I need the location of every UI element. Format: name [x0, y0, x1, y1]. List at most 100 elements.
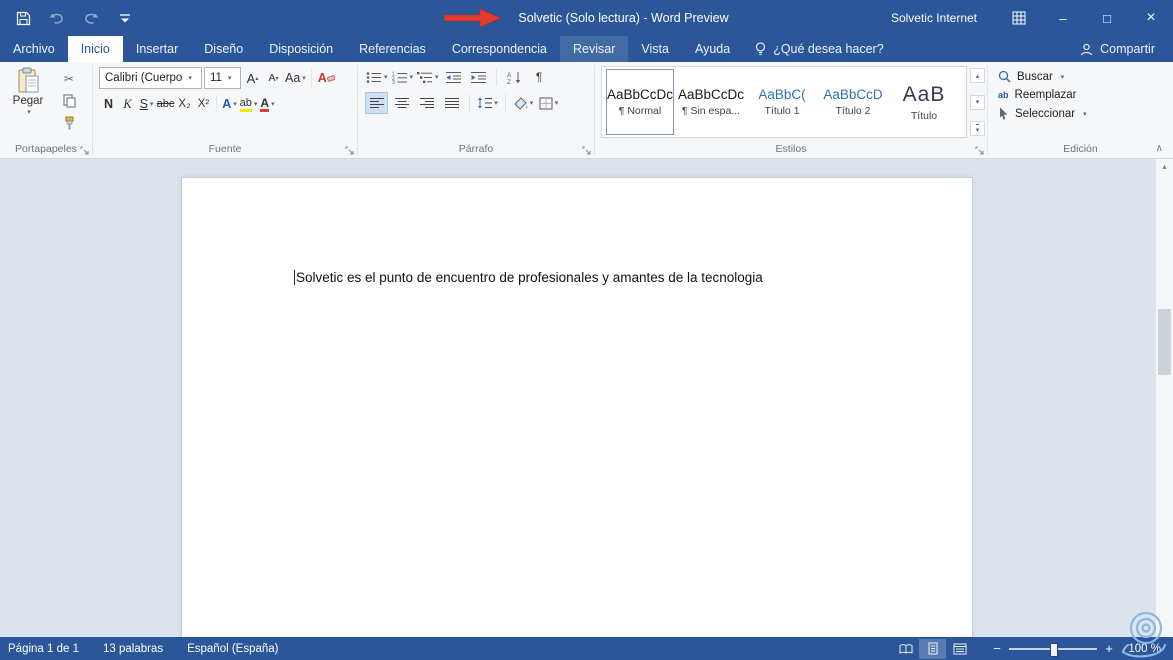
tab-vista[interactable]: Vista: [628, 36, 682, 62]
collapse-ribbon-icon[interactable]: ∧: [1156, 143, 1163, 154]
document-page[interactable]: Solvetic es el punto de encuentro de pro…: [181, 177, 973, 637]
decrease-indent-button[interactable]: [443, 67, 464, 87]
share-button[interactable]: Compartir: [1062, 36, 1173, 62]
shrink-font-button[interactable]: A ▾: [264, 68, 283, 88]
ribbon-tab-row: Archivo Inicio Insertar Diseño Disposici…: [0, 36, 1173, 62]
font-color-button[interactable]: A ▾: [258, 94, 277, 114]
bold-button[interactable]: N: [99, 94, 118, 114]
tab-archivo[interactable]: Archivo: [0, 36, 68, 62]
format-painter-icon[interactable]: [58, 114, 80, 132]
paste-dropdown-icon: ▾: [27, 109, 31, 116]
font-family-combobox[interactable]: Calibri (Cuerpo ▾: [99, 67, 202, 89]
increase-indent-button[interactable]: [468, 67, 489, 87]
minimize-button[interactable]: –: [1041, 0, 1085, 36]
web-layout-button[interactable]: [946, 639, 973, 659]
tell-me-box[interactable]: ¿Qué desea hacer?: [743, 36, 896, 62]
zoom-in-button[interactable]: +: [1099, 639, 1119, 659]
cut-icon[interactable]: ✂: [58, 70, 80, 88]
language-status[interactable]: Español (España): [175, 643, 290, 655]
vertical-scrollbar[interactable]: ▲: [1155, 159, 1173, 637]
font-size-dropdown-icon: ▾: [227, 75, 232, 82]
undo-icon[interactable]: [48, 9, 66, 27]
font-dialog-launcher[interactable]: [345, 146, 354, 155]
styles-scroll-down-icon[interactable]: ▾: [970, 94, 985, 110]
strikethrough-button[interactable]: abc: [156, 94, 175, 114]
style-normal[interactable]: AaBbCcDc ¶ Normal: [606, 69, 674, 135]
read-mode-button[interactable]: [892, 639, 919, 659]
cursor-icon: [1000, 107, 1008, 120]
style-heading1[interactable]: AaBbC( Título 1: [749, 70, 815, 134]
zoom-thumb[interactable]: [1050, 642, 1058, 657]
style-heading2[interactable]: AaBbCcD Título 2: [820, 70, 886, 134]
print-layout-button[interactable]: [919, 638, 946, 659]
save-icon[interactable]: [14, 9, 32, 27]
redo-icon[interactable]: [82, 9, 100, 27]
snail-doodle-annotation: [1121, 611, 1167, 658]
borders-button[interactable]: ▾: [538, 93, 559, 113]
subscript-button[interactable]: X₂: [175, 94, 194, 114]
tab-ayuda[interactable]: Ayuda: [682, 36, 743, 62]
zoom-slider[interactable]: [1009, 639, 1097, 659]
justify-button[interactable]: [441, 93, 462, 113]
red-arrow-annotation: [444, 8, 503, 28]
bullets-button[interactable]: ▾: [366, 67, 388, 87]
titlebar-right: Solvetic Internet – □ ×: [871, 0, 1173, 36]
account-name[interactable]: Solvetic Internet: [871, 11, 997, 25]
tab-correspondencia[interactable]: Correspondencia: [439, 36, 560, 62]
scroll-up-icon[interactable]: ▲: [1156, 159, 1173, 175]
change-case-button[interactable]: Aa ▾: [285, 68, 306, 88]
page-count[interactable]: Página 1 de 1: [0, 643, 91, 655]
line-spacing-button[interactable]: ▾: [477, 93, 498, 113]
align-left-button[interactable]: [365, 92, 388, 114]
maximize-button[interactable]: □: [1085, 0, 1129, 36]
sort-button[interactable]: AZ: [504, 67, 525, 87]
share-label: Compartir: [1100, 42, 1155, 56]
ribbon: Pegar ▾ ✂ Portapapeles Calibri (Cuerpo ▾…: [0, 62, 1173, 159]
styles-scroll-up-icon[interactable]: ▴: [970, 68, 985, 83]
paragraph-dialog-launcher[interactable]: [582, 146, 591, 155]
highlight-color-button[interactable]: ab ▾: [239, 94, 258, 114]
style-no-spacing[interactable]: AaBbCcDc ¶ Sin espa...: [678, 70, 744, 134]
underline-button[interactable]: S ▾: [137, 94, 156, 114]
tab-diseno[interactable]: Diseño: [191, 36, 256, 62]
word-count[interactable]: 13 palabras: [91, 643, 175, 655]
multilevel-list-button[interactable]: ▾: [417, 67, 439, 87]
customize-quick-access-icon[interactable]: [116, 9, 134, 27]
titlebar: Solvetic (Solo lectura) - Word Preview S…: [0, 0, 1173, 36]
tab-referencias[interactable]: Referencias: [346, 36, 439, 62]
copy-icon[interactable]: [58, 92, 80, 110]
tab-disposicion[interactable]: Disposición: [256, 36, 346, 62]
select-button[interactable]: Seleccionar ▾: [998, 107, 1087, 120]
font-size-combobox[interactable]: 11 ▾: [204, 67, 241, 89]
close-button[interactable]: ×: [1129, 0, 1173, 36]
eraser-icon: [326, 75, 335, 82]
text-effects-button[interactable]: A ▾: [220, 94, 239, 114]
tab-inicio[interactable]: Inicio: [67, 36, 123, 62]
tab-revisar[interactable]: Revisar: [560, 36, 629, 62]
lightbulb-icon: [756, 42, 766, 55]
clear-formatting-button[interactable]: A: [317, 68, 336, 88]
ribbon-display-options-icon[interactable]: [997, 0, 1041, 36]
document-paragraph: Solvetic es el punto de encuentro de pro…: [182, 178, 972, 285]
print-layout-icon: [928, 642, 937, 655]
scrollbar-thumb[interactable]: [1158, 309, 1171, 375]
zoom-out-button[interactable]: −: [987, 639, 1007, 659]
tell-me-label: ¿Qué desea hacer?: [773, 42, 884, 56]
align-center-button[interactable]: [391, 93, 412, 113]
show-marks-button[interactable]: ¶: [529, 67, 550, 87]
style-title[interactable]: AaB Título: [891, 70, 957, 134]
grow-font-button[interactable]: A ▴: [243, 68, 262, 88]
superscript-button[interactable]: X²: [194, 94, 213, 114]
tab-insertar[interactable]: Insertar: [123, 36, 191, 62]
clipboard-dialog-launcher[interactable]: [80, 146, 89, 155]
find-button[interactable]: Buscar ▾: [998, 70, 1087, 83]
styles-more-icon[interactable]: ▾: [970, 121, 985, 136]
shading-button[interactable]: ▾: [513, 93, 534, 113]
paste-button[interactable]: Pegar ▾: [0, 62, 56, 140]
italic-button[interactable]: K: [118, 94, 137, 114]
align-right-button[interactable]: [416, 93, 437, 113]
replace-button[interactable]: ab Reemplazar: [998, 89, 1087, 101]
statusbar: Página 1 de 1 13 palabras Español (Españ…: [0, 637, 1173, 660]
styles-dialog-launcher[interactable]: [975, 146, 984, 155]
numbering-button[interactable]: 123 ▾: [392, 67, 414, 87]
